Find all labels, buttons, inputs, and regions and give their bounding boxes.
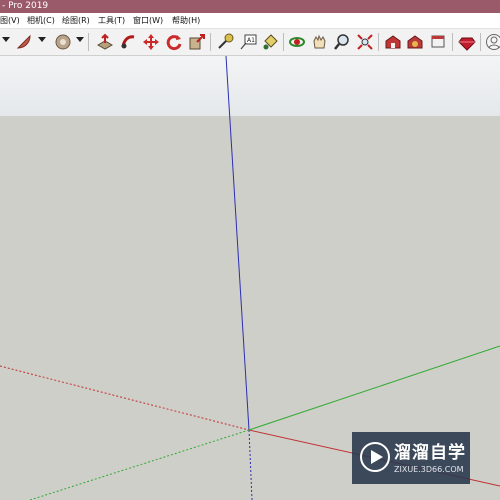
pan-icon[interactable]: [310, 33, 328, 51]
arc-dropdown-icon[interactable]: [2, 37, 10, 42]
ruby-icon[interactable]: [458, 33, 476, 51]
watermark: 溜溜自学 ZIXUE.3D66.COM: [352, 432, 470, 484]
rotate-dropdown-icon[interactable]: [76, 37, 84, 42]
watermark-url: ZIXUE.3D66.COM: [394, 465, 464, 474]
tape-measure-icon[interactable]: [216, 33, 234, 51]
svg-text:A1: A1: [247, 37, 255, 44]
toolbar-separator: [283, 33, 284, 51]
orbit-icon[interactable]: [288, 33, 306, 51]
green-axis-line: [248, 345, 500, 431]
paint-bucket-icon[interactable]: [261, 33, 279, 51]
follow-me-icon[interactable]: [119, 33, 137, 51]
account-icon[interactable]: [485, 33, 500, 51]
toolbar-separator: [452, 33, 453, 51]
watermark-logo-icon: [360, 442, 390, 472]
menu-bar: 图(V) 相机(C) 绘图(R) 工具(T) 窗口(W) 帮助(H): [0, 13, 500, 29]
share-model-icon[interactable]: [429, 33, 447, 51]
scale-icon[interactable]: [188, 33, 206, 51]
red-axis-hidden-line: [0, 365, 250, 431]
window-title: - Pro 2019: [2, 1, 49, 11]
main-toolbar: A1: [0, 29, 500, 56]
blue-axis-hidden-line: [248, 429, 253, 500]
text-icon[interactable]: A1: [239, 33, 257, 51]
zoom-extents-icon[interactable]: [356, 33, 374, 51]
toolbar-separator: [210, 33, 211, 51]
blue-axis-line: [225, 56, 250, 431]
menu-view[interactable]: 图(V): [0, 13, 20, 28]
warehouse-icon[interactable]: [384, 33, 402, 51]
pie-dropdown-icon[interactable]: [38, 37, 46, 42]
title-bar: - Pro 2019: [0, 0, 500, 13]
zoom-icon[interactable]: [333, 33, 351, 51]
watermark-name: 溜溜自学: [394, 443, 466, 463]
menu-help[interactable]: 帮助(H): [172, 13, 200, 28]
push-pull-icon[interactable]: [96, 33, 114, 51]
extension-warehouse-icon[interactable]: [406, 33, 424, 51]
rotate-tool-icon[interactable]: [54, 33, 72, 51]
pie-tool-icon[interactable]: [15, 33, 33, 51]
toolbar-separator: [378, 33, 379, 51]
menu-window[interactable]: 窗口(W): [133, 13, 163, 28]
move-icon[interactable]: [142, 33, 160, 51]
green-axis-hidden-line: [29, 429, 250, 500]
toolbar-separator: [480, 33, 481, 51]
toolbar-separator: [88, 33, 89, 51]
menu-camera[interactable]: 相机(C): [27, 13, 55, 28]
menu-tools[interactable]: 工具(T): [98, 13, 125, 28]
rotate-icon[interactable]: [165, 33, 183, 51]
menu-draw[interactable]: 绘图(R): [62, 13, 90, 28]
